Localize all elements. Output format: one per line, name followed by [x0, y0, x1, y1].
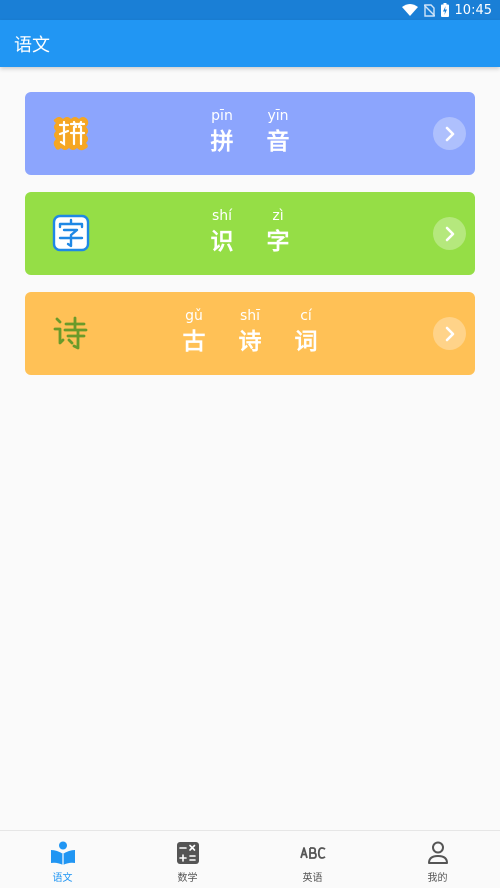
nav-item-mine[interactable]: 我的: [375, 831, 500, 888]
chevron-right-icon[interactable]: [433, 117, 466, 150]
nav-label: 英语: [302, 873, 323, 884]
nav-label: 语文: [52, 873, 73, 884]
hanzi-text: 诗: [238, 329, 262, 355]
person-icon: [425, 840, 451, 866]
pinyin-text: cí: [300, 308, 312, 324]
app-bar: 语文: [0, 20, 500, 67]
book-reader-icon: [50, 840, 76, 866]
pinyin-card[interactable]: pīn 拼 yīn 音: [25, 92, 475, 175]
hanzi-text: 识: [210, 229, 234, 255]
pinyin-text: shī: [239, 308, 261, 324]
chevron-right-icon[interactable]: [433, 317, 466, 350]
nav-item-chinese[interactable]: 语文: [0, 831, 125, 888]
shizi-card-title: shí 识 zì 字: [25, 206, 475, 258]
title-char: yīn 音: [259, 106, 297, 158]
nav-label: 我的: [427, 873, 448, 884]
nav-item-english[interactable]: 英语: [250, 831, 375, 888]
calculator-icon: [175, 840, 201, 866]
pinyin-text: shí: [211, 208, 233, 224]
wifi-icon: [401, 4, 418, 16]
status-bar: 10:45: [0, 0, 500, 20]
hanzi-text: 音: [266, 129, 290, 155]
nav-label: 数学: [177, 873, 198, 884]
title-char: pīn 拼: [203, 106, 241, 158]
status-time: 10:45: [454, 2, 492, 18]
page-title: 语文: [14, 34, 50, 56]
hanzi-text: 字: [266, 229, 290, 255]
chevron-right-icon[interactable]: [433, 217, 466, 250]
abc-icon: [299, 840, 326, 866]
title-char: gǔ 古: [175, 306, 213, 358]
pinyin-text: pīn: [211, 108, 233, 124]
title-char: zì 字: [259, 206, 297, 258]
gushici-card[interactable]: gǔ 古 shī 诗 cí 词: [25, 292, 475, 375]
pinyin-text: zì: [272, 208, 284, 224]
battery-charging-icon: [440, 3, 449, 17]
hanzi-text: 拼: [210, 129, 234, 155]
no-sim-icon: [423, 3, 435, 17]
hanzi-text: 词: [294, 329, 318, 355]
title-char: shī 诗: [231, 306, 269, 358]
bottom-nav: 语文 数学 英语 我的: [0, 830, 500, 888]
pinyin-card-title: pīn 拼 yīn 音: [25, 106, 475, 158]
pinyin-text: gǔ: [185, 308, 203, 324]
title-char: shí 识: [203, 206, 241, 258]
category-list: pīn 拼 yīn 音 shí 识 zì 字 gǔ 古 shī 诗 cí 词: [25, 92, 475, 392]
pinyin-text: yīn: [267, 108, 289, 124]
hanzi-text: 古: [182, 329, 206, 355]
shizi-card[interactable]: shí 识 zì 字: [25, 192, 475, 275]
nav-item-math[interactable]: 数学: [125, 831, 250, 888]
gushici-card-title: gǔ 古 shī 诗 cí 词: [25, 306, 475, 358]
title-char: cí 词: [287, 306, 325, 358]
